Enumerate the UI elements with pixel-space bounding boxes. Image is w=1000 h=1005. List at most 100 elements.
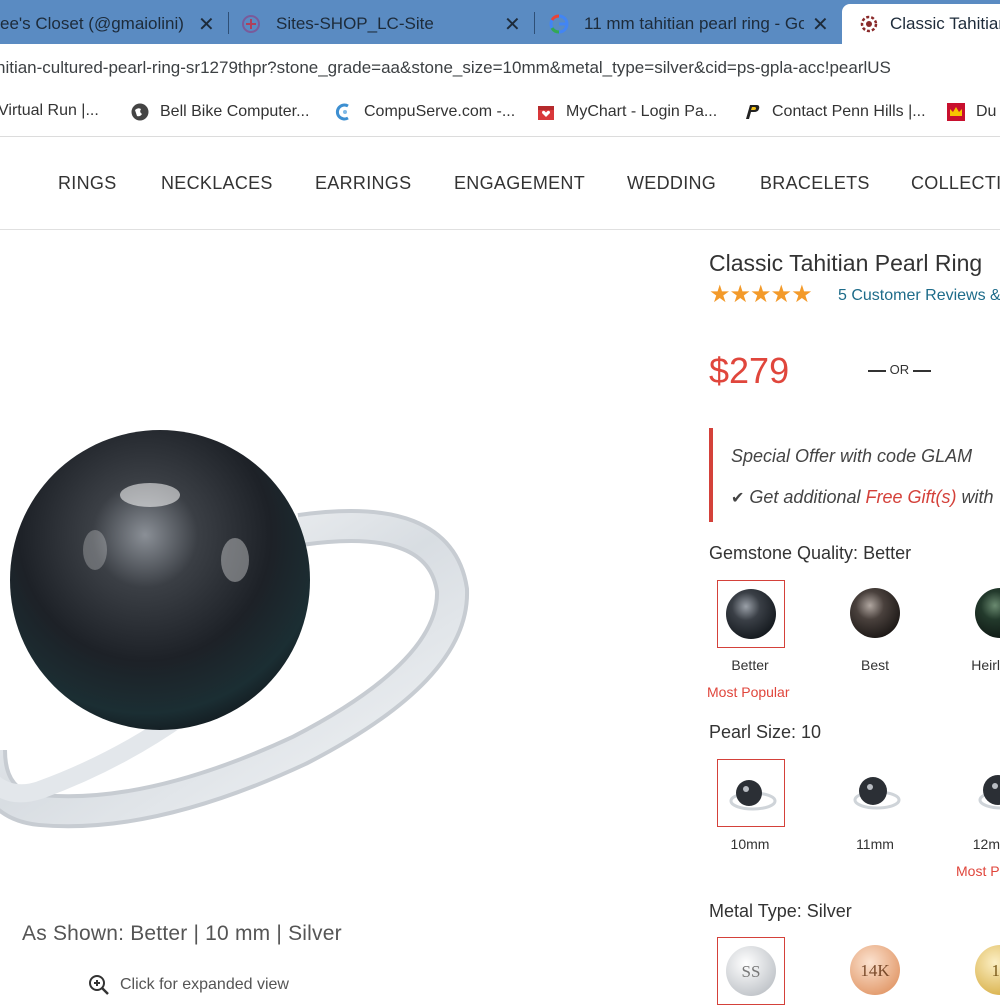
tab-google-search[interactable]: 11 mm tahitian pearl ring - Go ✕ bbox=[548, 4, 838, 44]
expanded-view-link[interactable]: Click for expanded view bbox=[88, 974, 289, 996]
quality-option-better[interactable] bbox=[717, 580, 785, 648]
product-image[interactable] bbox=[0, 230, 690, 1000]
star-icon: ★ bbox=[791, 283, 813, 307]
offer-title: Special Offer bbox=[731, 446, 835, 466]
offer-code: GLAM bbox=[921, 446, 972, 466]
product-title: Classic Tahitian Pearl Ring bbox=[709, 250, 982, 277]
nav-collections[interactable]: COLLECTIO bbox=[911, 173, 1000, 194]
nav-earrings[interactable]: EARRINGS bbox=[315, 173, 411, 194]
gemstone-quality-label: Gemstone Quality: Better bbox=[709, 543, 911, 564]
tahitian-pearl-swatch-icon bbox=[973, 586, 1000, 640]
offer-line-code: Special Offer with code GLAM bbox=[731, 446, 972, 467]
expanded-view-text: Click for expanded view bbox=[120, 976, 289, 994]
star-icon: ★ bbox=[730, 283, 752, 307]
metal-option-yellow-gold[interactable]: 14 bbox=[967, 937, 1000, 1003]
silver-metal-swatch-icon: SS bbox=[724, 944, 778, 998]
or-divider: OR bbox=[868, 362, 931, 377]
ring-swatch-icon bbox=[723, 765, 779, 821]
bookmarks-bar: Virtual Run |... Bell Bike Computer... C… bbox=[0, 90, 1000, 137]
ring-swatch-icon bbox=[972, 764, 1000, 820]
zoom-in-icon bbox=[88, 974, 110, 996]
option-label: 10mm bbox=[690, 836, 810, 852]
star-icon: ★ bbox=[709, 283, 731, 307]
site-navigation: RINGS NECKLACES EARRINGS ENGAGEMENT WEDD… bbox=[0, 137, 1000, 230]
bookmark-label: Du bbox=[976, 103, 996, 121]
close-icon[interactable]: ✕ bbox=[812, 12, 829, 37]
offer-get-additional: Get additional bbox=[744, 487, 865, 507]
tab-poshmark[interactable]: ee's Closet (@gmaiolini) | ✕ bbox=[0, 4, 226, 44]
close-icon[interactable]: ✕ bbox=[504, 12, 521, 37]
option-label: Better bbox=[690, 657, 810, 673]
nav-rings[interactable]: RINGS bbox=[58, 173, 117, 194]
star-icon: ★ bbox=[771, 283, 793, 307]
nav-bracelets[interactable]: BRACELETS bbox=[760, 173, 870, 194]
most-popular-badge: Most Popular bbox=[707, 684, 789, 700]
bookmark-du[interactable]: Du bbox=[946, 102, 996, 122]
star-icon: ★ bbox=[750, 283, 772, 307]
offer-with: with bbox=[957, 487, 994, 507]
metal-option-rose-gold[interactable]: 14K bbox=[842, 937, 908, 1003]
bookmark-label: MyChart - Login Pa... bbox=[566, 103, 717, 121]
nav-engagement[interactable]: ENGAGEMENT bbox=[454, 173, 585, 194]
metal-code: SS bbox=[742, 962, 761, 981]
address-bar[interactable]: hitian-cultured-pearl-ring-sr1279thpr?st… bbox=[0, 44, 1000, 91]
size-option-11mm[interactable] bbox=[842, 759, 908, 825]
option-label: Heirl bbox=[910, 657, 1000, 673]
or-text: OR bbox=[890, 362, 910, 377]
metal-code: 14 bbox=[992, 961, 1000, 980]
google-icon bbox=[548, 13, 570, 35]
url-text[interactable]: hitian-cultured-pearl-ring-sr1279thpr?st… bbox=[0, 58, 891, 78]
product-price: $279 bbox=[709, 350, 789, 392]
free-gift-link[interactable]: Free Gift(s) bbox=[865, 487, 956, 507]
size-option-10mm[interactable] bbox=[717, 759, 785, 827]
tab-label: 11 mm tahitian pearl ring - Go bbox=[584, 14, 804, 34]
star-rating: ★ ★ ★ ★ ★ bbox=[709, 283, 812, 307]
pearl-ring-image bbox=[0, 230, 690, 920]
browser-tab-strip: ee's Closet (@gmaiolini) | ✕ Sites-SHOP_… bbox=[0, 0, 1000, 44]
rose-gold-metal-swatch-icon: 14K bbox=[848, 943, 902, 997]
bookmark-label: Contact Penn Hills |... bbox=[772, 103, 926, 121]
tab-label: ee's Closet (@gmaiolini) | bbox=[0, 14, 185, 34]
globe-icon bbox=[130, 102, 150, 122]
mychart-icon bbox=[536, 102, 556, 122]
bookmark-label: CompuServe.com -... bbox=[364, 103, 515, 121]
ring-swatch-icon bbox=[847, 764, 903, 820]
bookmark-mychart[interactable]: MyChart - Login Pa... bbox=[536, 102, 717, 122]
compuserve-icon bbox=[334, 102, 354, 122]
nav-wedding[interactable]: WEDDING bbox=[627, 173, 716, 194]
tab-label: Sites-SHOP_LC-Site bbox=[276, 14, 434, 34]
pearl-size-label: Pearl Size: 10 bbox=[709, 722, 821, 743]
bookmark-penn-hills[interactable]: Contact Penn Hills |... bbox=[742, 102, 926, 122]
tab-shoplc[interactable]: Sites-SHOP_LC-Site ✕ bbox=[240, 4, 530, 44]
quality-option-heirloom[interactable] bbox=[967, 580, 1000, 646]
angara-favicon-icon bbox=[858, 13, 880, 35]
shoplc-favicon-icon bbox=[240, 13, 262, 35]
crown-icon bbox=[946, 102, 966, 122]
bookmark-compuserve[interactable]: CompuServe.com -... bbox=[334, 102, 515, 122]
metal-option-silver[interactable]: SS bbox=[717, 937, 785, 1005]
quality-option-best[interactable] bbox=[842, 580, 908, 646]
most-popular-badge: Most P bbox=[956, 863, 1000, 879]
nav-necklaces[interactable]: NECKLACES bbox=[161, 173, 273, 194]
tab-label: Classic Tahitian bbox=[890, 14, 1000, 34]
penn-hills-icon bbox=[742, 102, 762, 122]
metal-type-label: Metal Type: Silver bbox=[709, 901, 852, 922]
special-offer-box: Special Offer with code GLAM ✔ Get addit… bbox=[709, 428, 1000, 522]
option-label: 12m bbox=[910, 836, 1000, 852]
bookmark-bell-bike[interactable]: Bell Bike Computer... bbox=[130, 102, 309, 122]
close-icon[interactable]: ✕ bbox=[198, 12, 215, 37]
yellow-gold-metal-swatch-icon: 14 bbox=[973, 943, 1000, 997]
offer-line-gift: ✔ Get additional Free Gift(s) with bbox=[731, 487, 994, 508]
metal-code: 14K bbox=[860, 961, 890, 980]
tab-separator bbox=[228, 12, 229, 34]
offer-with-code: with code bbox=[835, 446, 921, 466]
reviews-link[interactable]: 5 Customer Reviews & bbox=[838, 287, 1000, 305]
tahitian-pearl-swatch-icon bbox=[724, 587, 778, 641]
as-shown-summary: As Shown: Better | 10 mm | Silver bbox=[22, 922, 342, 946]
tahitian-pearl-swatch-icon bbox=[848, 586, 902, 640]
size-option-12mm[interactable] bbox=[967, 759, 1000, 825]
tab-classic-tahitian-active[interactable]: Classic Tahitian bbox=[842, 4, 1000, 44]
bookmark-label: Bell Bike Computer... bbox=[160, 103, 309, 121]
tab-separator bbox=[534, 12, 535, 34]
bookmark-virtual-run[interactable]: Virtual Run |... bbox=[0, 102, 99, 120]
